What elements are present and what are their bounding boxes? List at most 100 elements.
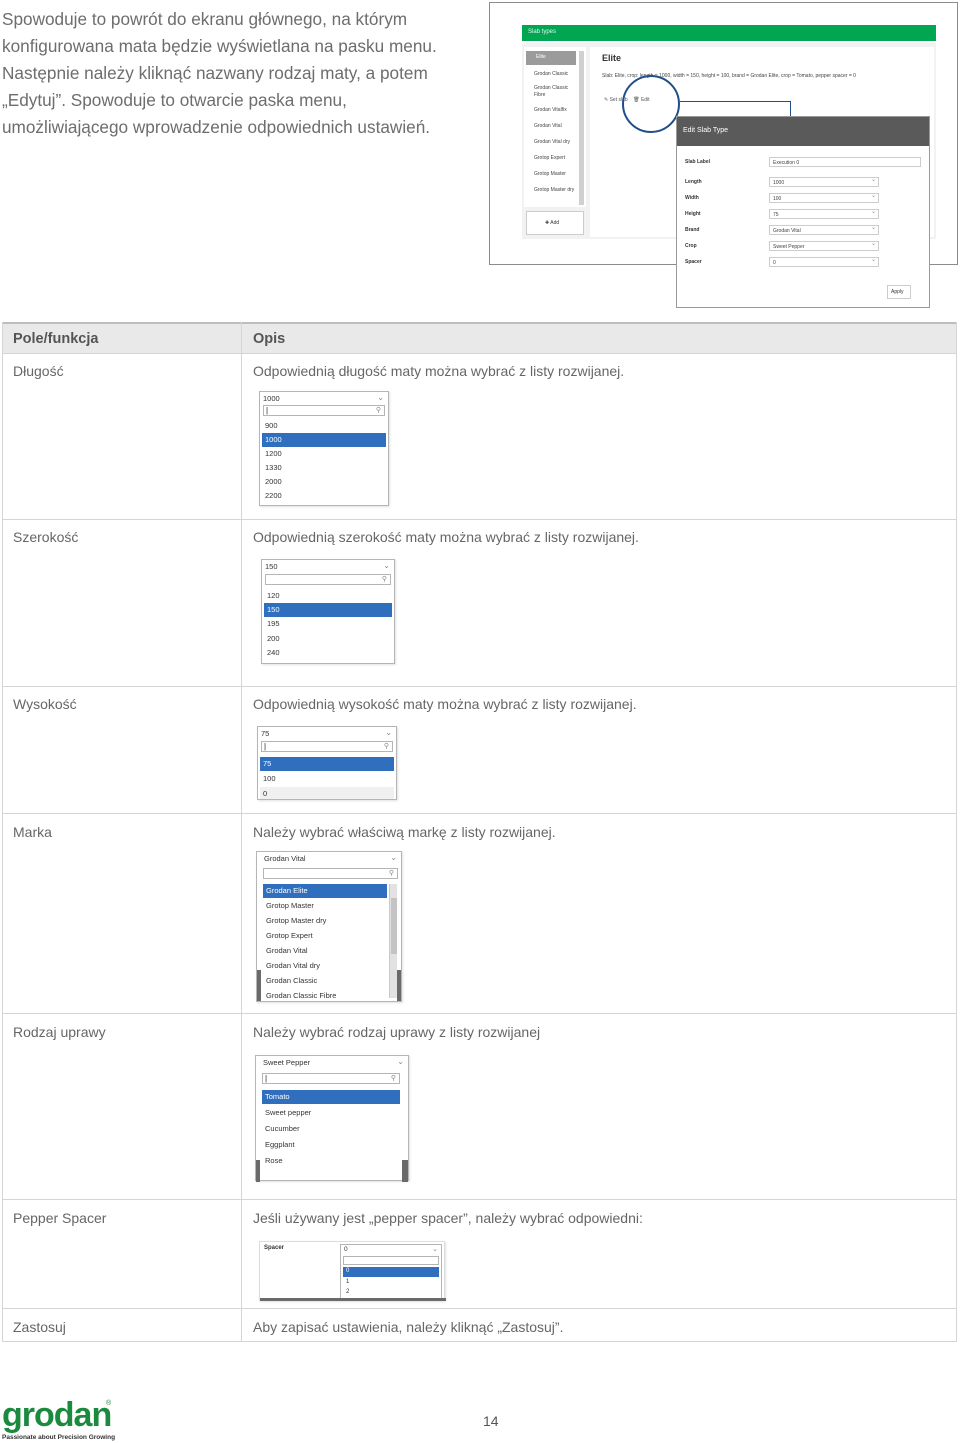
sidebar-scrollbar[interactable] (579, 51, 584, 205)
add-button[interactable]: ✚ Add (526, 211, 584, 235)
dropdown-search-input[interactable]: | ⚲ (263, 405, 385, 416)
dropdown-option[interactable]: 0 (260, 787, 394, 799)
field-description: Należy wybrać właściwą markę z listy roz… (253, 824, 556, 840)
sidebar-item[interactable]: Grodan Classic (534, 71, 578, 78)
dropdown-search-input[interactable]: ⚲ (263, 868, 398, 879)
dropdown-option[interactable]: 120 (264, 589, 392, 603)
spacer-select[interactable]: 0 (769, 256, 879, 267)
dialog-title: Edit Slab Type (677, 117, 929, 146)
dialog-label: Length (685, 179, 702, 185)
table-column-divider (241, 322, 242, 1342)
row-divider (2, 1013, 957, 1014)
dropdown-option[interactable]: Grodan Vital (263, 944, 387, 958)
dropdown-option[interactable]: 2 (343, 1288, 352, 1296)
grodan-logo: grodan ® Passionate about Precision Grow… (2, 1396, 122, 1442)
dropdown-search-input[interactable]: | ⚲ (262, 1073, 400, 1084)
dropdown-search-input[interactable]: ⚲ (265, 574, 391, 585)
crop-dropdown[interactable]: Sweet Pepper ⌄ | ⚲ Tomato Sweet pepper Cu… (255, 1055, 409, 1182)
dialog-label: Width (685, 195, 699, 201)
dropdown-option[interactable]: Cucumber (262, 1122, 400, 1136)
dropdown-search-input[interactable]: | ⚲ (261, 741, 393, 752)
apply-button[interactable]: Apply (887, 285, 911, 299)
sidebar-item[interactable]: Grotop Master dry (534, 187, 578, 194)
dropdown-scrollbar[interactable] (389, 884, 397, 998)
dropdown-option[interactable]: 200 (264, 632, 392, 646)
dropdown-option-selected[interactable]: 1000 (262, 433, 386, 447)
slab-title: Elite (602, 53, 622, 63)
dropdown-option[interactable]: Sweet pepper (262, 1106, 400, 1120)
dialog-label: Brand (685, 227, 700, 233)
dropdown-option[interactable]: Grodan Vital dry (263, 959, 387, 973)
table-border (2, 322, 3, 1342)
dropdown-search-input[interactable] (343, 1256, 439, 1265)
dropdown-option-selected[interactable]: Tomato (262, 1090, 400, 1104)
app-topbar-label: Slab types (528, 29, 557, 35)
dropdown-current: Sweet Pepper (263, 1058, 311, 1067)
dialog-label: Height (685, 211, 701, 217)
dropdown-option[interactable]: Grotop Master dry (263, 914, 387, 928)
brand-dropdown[interactable]: Grodan Vital ⌄ ⚲ Grodan Elite Grotop Mas… (256, 851, 402, 1002)
width-select[interactable]: 100 (769, 192, 879, 203)
length-select[interactable]: 1000 (769, 176, 879, 187)
spacer-dropdown[interactable]: Spacer 0 ⌄ 0 1 2 (259, 1241, 446, 1301)
scrollbar-thumb[interactable] (391, 898, 397, 954)
field-name: Wysokość (13, 696, 77, 712)
intro-paragraph: Spowoduje to powrót do ekranu głównego, … (2, 9, 437, 137)
dropdown-option-selected[interactable]: 75 (260, 757, 394, 771)
search-icon: ⚲ (390, 1075, 396, 1082)
width-dropdown[interactable]: 150 ⌄ ⚲ 120 150 195 200 240 (261, 559, 395, 664)
height-select[interactable]: 75 (769, 208, 879, 219)
dropdown-option-selected[interactable]: 0 (343, 1267, 439, 1277)
field-name: Długość (13, 363, 64, 379)
dropdown-option[interactable]: 240 (264, 646, 392, 660)
height-dropdown[interactable]: 75 ⌄ | ⚲ 75 100 0 (257, 726, 397, 800)
search-icon: ⚲ (383, 743, 389, 750)
dropdown-option[interactable]: Grodan Classic Fibre (263, 989, 387, 1001)
row-divider (2, 813, 957, 814)
sidebar-item[interactable]: Grodan Vital (534, 123, 578, 130)
dropdown-option[interactable]: Rose (262, 1154, 400, 1168)
dropdown-current: 1000 (263, 394, 280, 403)
sidebar-item[interactable]: Grotop Expert (534, 155, 578, 162)
app-topbar: Slab types (522, 25, 936, 41)
length-dropdown[interactable]: 1000 ⌄ | ⚲ 900 1000 1200 1330 2000 2200 (259, 391, 389, 506)
chevron-down-icon: ⌄ (397, 1057, 404, 1066)
field-name: Rodzaj uprawy (13, 1024, 106, 1040)
brand-select[interactable]: Grodan Vital (769, 224, 879, 235)
dialog-label: Crop (685, 243, 697, 249)
dropdown-option[interactable]: 2200 (262, 489, 386, 503)
dropdown-option[interactable]: Grotop Expert (263, 929, 387, 943)
table-border (956, 322, 957, 1342)
row-divider (2, 1199, 957, 1200)
sidebar-item[interactable]: Grodan Classic Fibre (534, 85, 578, 99)
field-name: Marka (13, 824, 52, 840)
sidebar-item-selected[interactable]: Elite (526, 51, 576, 65)
dropdown-option[interactable]: 100 (260, 772, 394, 786)
dropdown-option[interactable]: 1200 (262, 447, 386, 461)
row-divider (2, 1308, 957, 1309)
dropdown-option[interactable]: Grodan Classic (263, 974, 387, 988)
crop-select[interactable]: Sweet Pepper (769, 240, 879, 251)
slab-label-field[interactable]: Execution 0 (769, 157, 921, 167)
sidebar-item[interactable]: Grodan Vital dry (534, 139, 578, 146)
field-name: Szerokość (13, 529, 79, 545)
screenshot-shadow (257, 970, 261, 1001)
chevron-down-icon: ⌄ (432, 1246, 438, 1253)
sidebar-item[interactable]: Grodan Vitalfix (534, 107, 578, 114)
dropdown-option[interactable]: Grotop Master (263, 899, 387, 913)
sidebar-item[interactable]: Grotop Master (534, 171, 578, 178)
dropdown-option[interactable]: 900 (262, 419, 386, 433)
field-description: Odpowiednią długość maty można wybrać z … (253, 363, 625, 379)
dropdown-option-selected[interactable]: 150 (264, 603, 392, 617)
dropdown-current: 0 (344, 1246, 348, 1253)
dropdown-option[interactable]: 1 (343, 1278, 352, 1286)
dropdown-option[interactable]: 2000 (262, 475, 386, 489)
dialog-label: Slab Label (685, 159, 711, 165)
dropdown-option[interactable]: Eggplant (262, 1138, 400, 1152)
dropdown-option[interactable]: 195 (264, 617, 392, 631)
slab-sidebar: Elite Grodan Classic Grodan Classic Fibr… (524, 47, 586, 207)
row-divider (2, 353, 957, 354)
dropdown-option-selected[interactable]: Grodan Elite (263, 884, 387, 898)
column-header-field: Pole/funkcja (13, 331, 99, 347)
dropdown-option[interactable]: 1330 (262, 461, 386, 475)
